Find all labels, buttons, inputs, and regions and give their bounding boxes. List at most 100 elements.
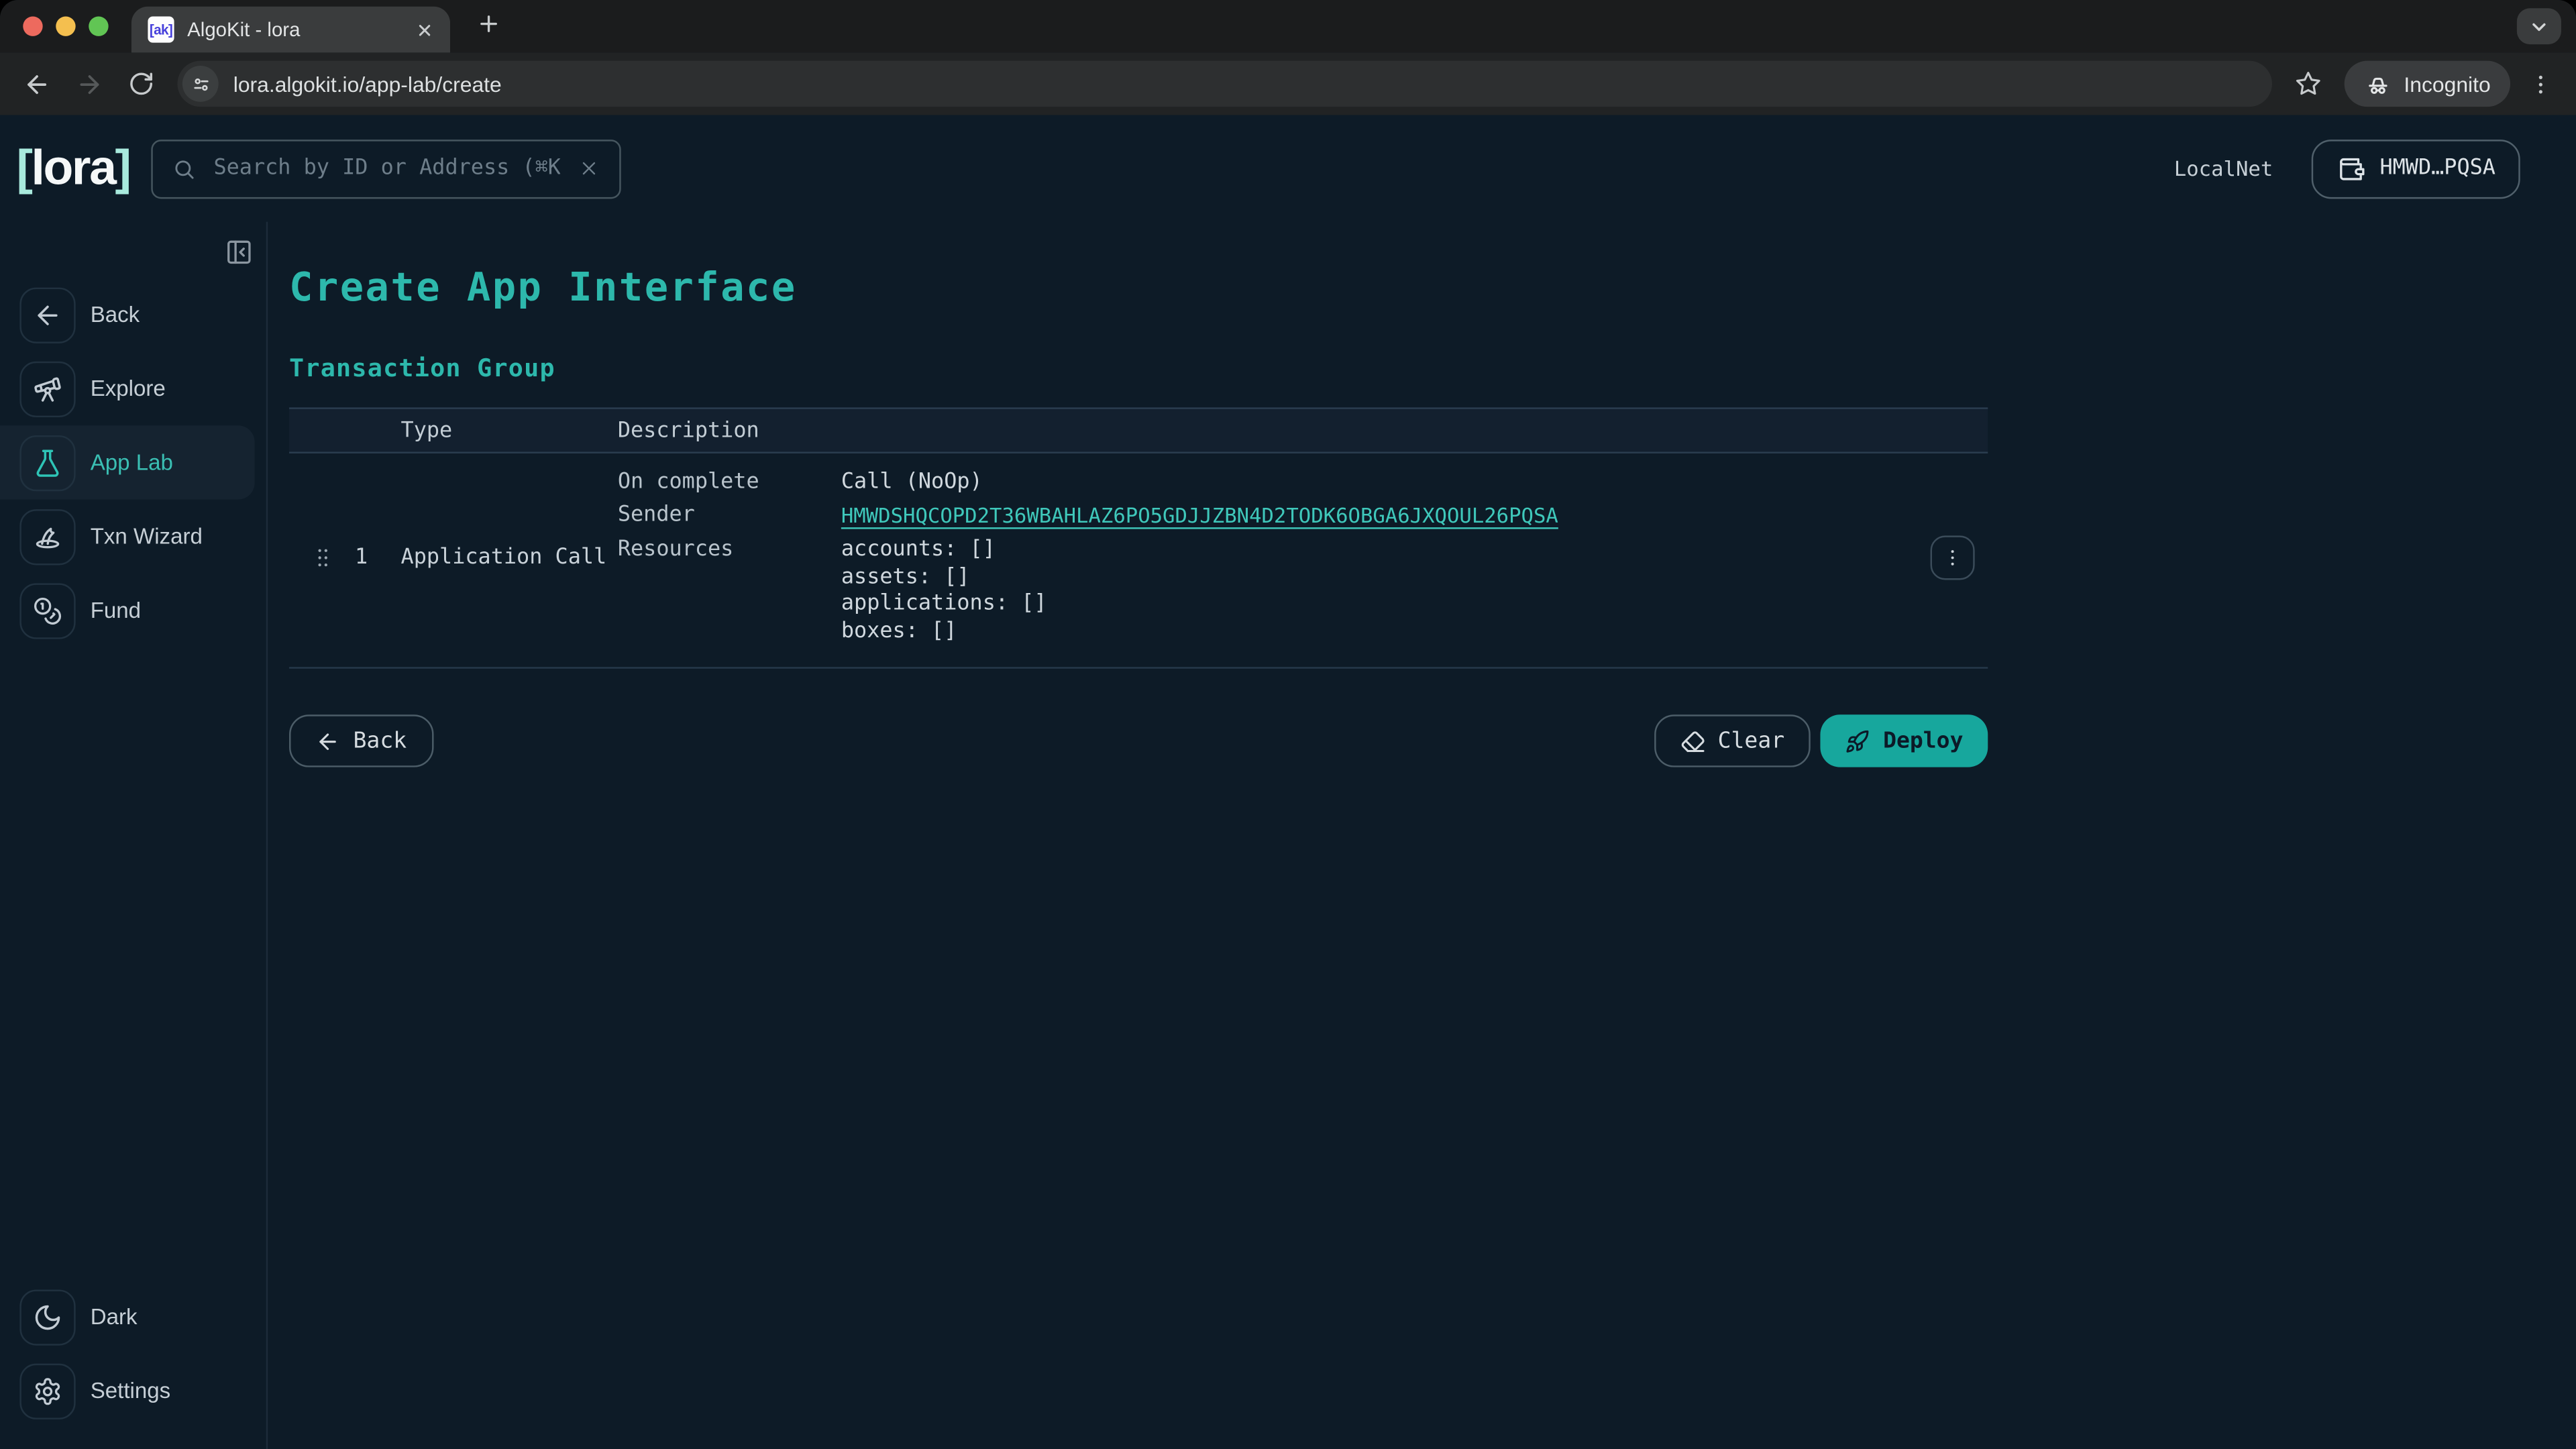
collapse-sidebar-icon[interactable] xyxy=(223,237,253,266)
browser-menu-icon[interactable] xyxy=(2520,61,2560,107)
incognito-badge: Incognito xyxy=(2345,61,2510,107)
arrow-left-icon xyxy=(315,729,340,753)
footer-actions: Back Clear Deploy xyxy=(289,714,1988,767)
resources-value: accounts: [] assets: [] applications: []… xyxy=(841,537,1896,646)
transaction-group-table: Type Description 1 Application Call xyxy=(289,407,1988,668)
wizard-hat-icon xyxy=(19,508,75,564)
sidebar-item-label: Txn Wizard xyxy=(91,524,203,549)
telescope-icon xyxy=(19,361,75,417)
flask-icon xyxy=(19,435,75,490)
field-value: Call (NoOp) xyxy=(841,470,1896,494)
close-window-button[interactable] xyxy=(23,16,42,36)
arrow-left-icon xyxy=(19,286,75,342)
search-box[interactable] xyxy=(151,139,621,198)
wallet-address-short: HMWD…PQSA xyxy=(2379,156,2496,181)
incognito-icon xyxy=(2365,70,2393,98)
zoom-window-button[interactable] xyxy=(89,16,108,36)
tab-strip: [ak] AlgoKit - lora xyxy=(0,0,2576,52)
field-label: Sender xyxy=(618,502,841,529)
gear-icon xyxy=(19,1362,75,1418)
network-label[interactable]: LocalNet xyxy=(2174,156,2273,181)
deploy-button[interactable]: Deploy xyxy=(1821,714,1988,767)
deploy-button-label: Deploy xyxy=(1883,728,1963,754)
search-input[interactable] xyxy=(211,154,564,182)
incognito-label: Incognito xyxy=(2404,72,2490,97)
sidebar-item-label: Back xyxy=(91,303,140,327)
traffic-lights xyxy=(23,16,108,36)
field-resources: Resources accounts: [] assets: [] applic… xyxy=(618,537,1896,646)
browser-tab[interactable]: [ak] AlgoKit - lora xyxy=(131,7,450,53)
logo-open-bracket: [ xyxy=(16,140,31,195)
drag-handle-icon[interactable] xyxy=(310,545,335,570)
lora-logo[interactable]: [lora] xyxy=(16,140,129,196)
moon-icon xyxy=(19,1289,75,1344)
ellipsis-vertical-icon xyxy=(1942,547,1964,569)
back-button-label: Back xyxy=(354,728,407,754)
reload-icon[interactable] xyxy=(118,61,164,107)
transaction-index: 1 xyxy=(355,545,401,570)
rocket-icon xyxy=(1845,729,1870,753)
clear-button-label: Clear xyxy=(1718,728,1785,754)
sidebar-item-label: Explore xyxy=(91,376,166,401)
column-header-description: Description xyxy=(618,418,841,443)
resources-assets: assets: [] xyxy=(841,564,1896,591)
sidebar-item-settings[interactable]: Settings xyxy=(0,1354,266,1428)
main-content: Create App Interface Transaction Group T… xyxy=(268,222,2576,1449)
forward-navigation-icon[interactable] xyxy=(66,61,112,107)
browser-window: [ak] AlgoKit - lora xyxy=(0,0,2576,1449)
bookmark-star-icon[interactable] xyxy=(2286,61,2332,107)
site-settings-icon[interactable] xyxy=(182,66,219,102)
sidebar: Back Explore App Lab xyxy=(0,222,268,1449)
transaction-row: 1 Application Call On complete Call (NoO… xyxy=(289,453,1988,669)
sidebar-item-app-lab[interactable]: App Lab xyxy=(0,425,255,499)
page-title: Create App Interface xyxy=(289,264,2576,311)
resources-boxes: boxes: [] xyxy=(841,619,1896,645)
sidebar-item-label: Dark xyxy=(91,1304,138,1329)
sidebar-item-theme-dark[interactable]: Dark xyxy=(0,1280,266,1354)
transaction-description: On complete Call (NoOp) Sender HMWDSHQCO… xyxy=(618,470,1896,645)
browser-toolbar: lora.algokit.io/app-lab/create Incognito xyxy=(0,52,2576,115)
eraser-icon xyxy=(1680,729,1705,753)
column-header-type: Type xyxy=(401,418,618,443)
field-label: On complete xyxy=(618,470,841,494)
table-header-row: Type Description xyxy=(289,407,1988,453)
search-icon xyxy=(172,157,195,180)
resources-applications: applications: [] xyxy=(841,592,1896,619)
section-title: Transaction Group xyxy=(289,354,2576,383)
tab-search-button[interactable] xyxy=(2517,8,2561,44)
sender-address-link[interactable]: HMWDSHQCOPD2T36WBAHLAZ6PO5GDJJZBN4D2TODK… xyxy=(841,502,1558,527)
transaction-type: Application Call xyxy=(401,545,618,570)
minimize-window-button[interactable] xyxy=(56,16,75,36)
back-navigation-icon[interactable] xyxy=(13,61,60,107)
clear-search-icon[interactable] xyxy=(578,158,600,179)
field-on-complete: On complete Call (NoOp) xyxy=(618,470,1896,494)
field-sender: Sender HMWDSHQCOPD2T36WBAHLAZ6PO5GDJJZBN… xyxy=(618,502,1896,529)
app-header: [lora] LocalNet HMWD…PQSA xyxy=(0,115,2576,221)
sidebar-item-txn-wizard[interactable]: Txn Wizard xyxy=(0,499,266,573)
row-menu-button[interactable] xyxy=(1931,535,1975,580)
sidebar-item-back[interactable]: Back xyxy=(0,278,266,352)
sidebar-item-label: App Lab xyxy=(91,450,173,475)
logo-word: lora xyxy=(32,140,115,195)
new-tab-button[interactable] xyxy=(470,5,506,41)
logo-close-bracket: ] xyxy=(115,140,130,195)
url-text: lora.algokit.io/app-lab/create xyxy=(233,72,502,97)
clear-button[interactable]: Clear xyxy=(1654,714,1811,767)
sidebar-item-explore[interactable]: Explore xyxy=(0,352,266,425)
resources-accounts: accounts: [] xyxy=(841,537,1896,564)
sidebar-item-label: Settings xyxy=(91,1379,170,1403)
sidebar-nav: Back Explore App Lab xyxy=(0,278,266,647)
tab-title: AlgoKit - lora xyxy=(187,18,400,41)
tab-close-icon[interactable] xyxy=(411,16,437,42)
tab-favicon: [ak] xyxy=(148,16,174,42)
wallet-button[interactable]: HMWD…PQSA xyxy=(2311,139,2520,198)
coins-icon xyxy=(19,582,75,638)
field-label: Resources xyxy=(618,537,841,646)
sidebar-bottom: Dark Settings xyxy=(0,1280,266,1449)
sidebar-item-label: Fund xyxy=(91,598,141,623)
address-bar[interactable]: lora.algokit.io/app-lab/create xyxy=(177,61,2272,107)
back-button[interactable]: Back xyxy=(289,714,433,767)
sidebar-item-fund[interactable]: Fund xyxy=(0,574,266,647)
actions-right: Clear Deploy xyxy=(1654,714,1988,767)
wallet-icon xyxy=(2335,154,2365,183)
